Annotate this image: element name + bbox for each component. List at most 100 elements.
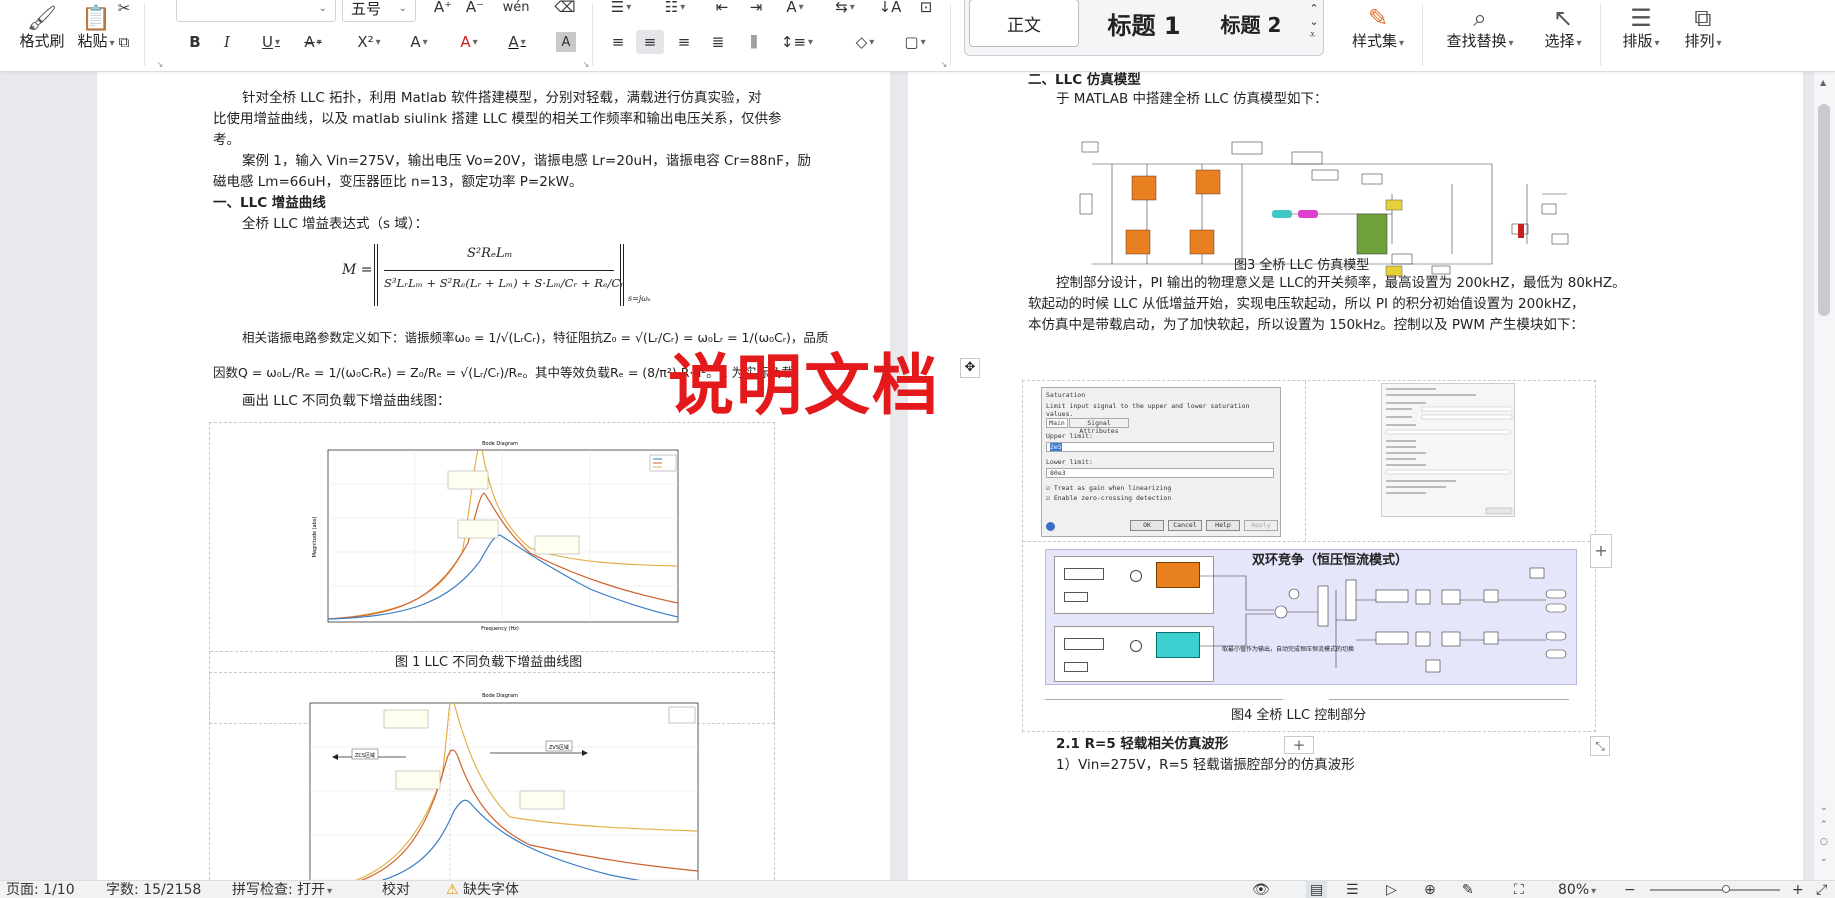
document-page-right[interactable]: 二、LLC 仿真模型 于 MATLAB 中搭建全桥 LLC 仿真模型如下： 图3… [908, 72, 1803, 880]
style-gallery-scroll[interactable]: ⌃ ⌄ ⩡ [1305, 0, 1323, 47]
heading-gain-curve: 一、LLC 增益曲线 [213, 195, 326, 211]
zoom-out-icon[interactable]: − [1624, 880, 1636, 898]
distributed-icon[interactable]: ⫼ [742, 30, 766, 54]
eye-icon[interactable]: 👁 [1252, 880, 1270, 898]
align-center-icon[interactable]: ≡ [636, 30, 664, 54]
scrollbar-thumb[interactable] [1818, 104, 1830, 316]
select-button[interactable]: ↖ 选择 ▾ [1534, 0, 1592, 51]
bullet-list-icon[interactable]: ☰ ▾ [606, 0, 636, 20]
vertical-scrollbar[interactable]: ▲ ⌄ ⌃ ○ ⌄ [1814, 72, 1835, 880]
font-color-button[interactable]: A ▾ [502, 30, 532, 54]
status-bar: 页面: 1/10 字数: 15/2158 拼写检查: 打开 ▾ 校对 ⚠ 缺失字体… [0, 880, 1835, 898]
numbered-list-icon[interactable]: ☷ ▾ [660, 0, 690, 20]
font-size-select[interactable]: 五号 ⌄ [342, 0, 416, 22]
layout-button[interactable]: ☰ 排版 ▾ [1612, 0, 1670, 51]
increase-indent-icon[interactable]: ⇥ [744, 0, 768, 20]
outline-view-icon[interactable]: ☰ [1346, 880, 1359, 898]
justify-icon[interactable]: ≣ [706, 30, 730, 54]
ok-button[interactable]: OK [1130, 520, 1164, 531]
web-view-icon[interactable]: ⊕ [1424, 880, 1436, 898]
arrange-button[interactable]: ⧉ 排列 ▾ [1674, 0, 1732, 51]
zoom-slider-thumb[interactable] [1722, 885, 1730, 893]
style-normal[interactable]: 正文 [969, 0, 1079, 47]
grow-font-icon[interactable]: A⁺ [430, 0, 456, 20]
text-direction-icon[interactable]: A ▾ [780, 0, 810, 20]
cut-icon[interactable]: ✂ [112, 0, 136, 20]
decrease-indent-icon[interactable]: ⇤ [710, 0, 734, 20]
missing-font-warning[interactable]: ⚠ 缺失字体 [446, 880, 519, 898]
shading-icon[interactable]: ◇ ▾ [848, 30, 882, 54]
table-move-handle-icon[interactable]: ✥ [960, 358, 980, 378]
clipboard-launcher-icon[interactable]: ↘ [154, 58, 166, 70]
figure-4-container[interactable]: Saturation Limit input signal to the upp… [1022, 380, 1596, 732]
eraser-icon[interactable]: ⌫ [552, 0, 578, 20]
formula-numerator: S²RₑLₘ [467, 246, 513, 261]
figure-2-container[interactable]: Bode Diagram ZCS区域 ZVS区域 [209, 672, 775, 894]
align-left-icon[interactable]: ≡ [606, 30, 630, 54]
help-icon[interactable] [1046, 522, 1055, 531]
highlight-color-button[interactable]: A ▾ [454, 30, 484, 54]
chk-linearize[interactable]: ☑ Treat as gain when linearizing [1046, 484, 1171, 492]
spell-check-toggle[interactable]: 拼写检查: 打开 ▾ [232, 880, 332, 898]
tab-signal-attributes[interactable]: Signal Attributes [1069, 418, 1129, 435]
chk-zero-crossing[interactable]: ☑ Enable zero-crossing detection [1046, 494, 1171, 502]
superscript-button[interactable]: X² ▾ [354, 30, 384, 54]
plot2-zvs-label: ZVS区域 [549, 744, 569, 751]
warning-icon: ⚠ [446, 882, 459, 898]
strikethrough-button[interactable]: A ▾ [298, 30, 328, 54]
copy-icon[interactable]: ⧉ [112, 30, 136, 54]
text-effect-button[interactable]: A ▾ [404, 30, 434, 54]
tab-main[interactable]: Main [1046, 418, 1068, 428]
bode-plot-2: Bode Diagram ZCS区域 ZVS区域 [309, 693, 699, 894]
lower-limit-input[interactable]: 80e3 [1046, 468, 1274, 478]
paragraph-launcher-icon[interactable]: ↘ [938, 58, 950, 70]
paragraph-case-line1: 案例 1，输入 Vin=275V，输出电压 Vo=20V，谐振电感 Lr=20u… [242, 153, 811, 169]
align-right-icon[interactable]: ≡ [672, 30, 696, 54]
shrink-font-icon[interactable]: A⁻ [462, 0, 488, 20]
find-replace-button[interactable]: ⌕ 查找替换 ▾ [1432, 0, 1528, 51]
line-direction-icon[interactable]: ⇆ ▾ [830, 0, 860, 20]
style-heading-1[interactable]: 标题 1 [1089, 0, 1199, 47]
proofread-button[interactable]: 校对 [382, 880, 410, 898]
character-shading-button[interactable]: A [556, 32, 576, 52]
page-indicator[interactable]: 页面: 1/10 [6, 880, 75, 898]
pen-icon[interactable]: ✎ [1462, 880, 1474, 898]
font-launcher-icon[interactable]: ↘ [580, 58, 592, 70]
heading-light-load: 2.1 R=5 轻载相关仿真波形 [1056, 736, 1229, 752]
paragraph-control-line1: 控制部分设计，PI 输出的物理意义是 LLC的开关频率，最高设置为 200kHZ… [1056, 275, 1626, 291]
font-name-select[interactable]: ⌄ [176, 0, 336, 22]
format-painter-button[interactable]: 🖌 格式刷 [14, 0, 70, 51]
page-view-icon[interactable]: ▤ [1306, 880, 1328, 898]
add-row-icon[interactable]: + [1284, 736, 1314, 754]
read-mode-icon[interactable]: ▷ [1386, 880, 1397, 898]
table-resize-icon[interactable]: ⤡ [1590, 736, 1610, 756]
fullscreen-icon[interactable]: ⤢ [1816, 880, 1827, 898]
borders-icon[interactable]: ▢ ▾ [898, 30, 932, 54]
add-column-icon[interactable]: + [1590, 534, 1612, 568]
zoom-level[interactable]: 80% ▾ [1558, 880, 1596, 898]
zoom-in-icon[interactable]: + [1792, 880, 1804, 898]
upper-limit-input[interactable]: 2e5 [1046, 442, 1274, 452]
phonetic-guide-icon[interactable]: wén [500, 0, 532, 20]
paste-label: 粘贴 [77, 32, 108, 50]
bold-button[interactable]: B [184, 30, 206, 54]
saturation-dialog: Saturation Limit input signal to the upp… [1041, 387, 1281, 537]
underline-button[interactable]: U ▾ [256, 30, 286, 54]
fit-window-icon[interactable]: ⛶ [1514, 880, 1524, 898]
italic-button[interactable]: I [216, 30, 238, 54]
plot1-xlabel: Frequency (Hz) [481, 626, 519, 632]
line-spacing-icon[interactable]: ↕≡ ▾ [780, 30, 814, 54]
word-count[interactable]: 字数: 15/2158 [106, 880, 201, 898]
cancel-button[interactable]: Cancel [1168, 520, 1202, 531]
style-set-button[interactable]: ✎ 样式集 ▾ [1340, 0, 1416, 51]
scroll-up-icon[interactable]: ▲ [1820, 78, 1826, 87]
zoom-slider[interactable] [1650, 889, 1780, 891]
help-button[interactable]: Help [1206, 520, 1240, 531]
apply-button[interactable]: Apply [1244, 520, 1278, 531]
sort-icon[interactable]: ↓A [878, 0, 902, 20]
document-page-left[interactable]: 针对全桥 LLC 拓扑，利用 Matlab 软件搭建模型，分别对轻载，满载进行仿… [97, 72, 890, 894]
style-heading-2[interactable]: 标题 2 [1199, 0, 1303, 47]
show-marks-icon[interactable]: ⊡ [914, 0, 938, 20]
scroll-page-controls[interactable]: ⌄ ⌃ ○ ⌄ [1820, 800, 1828, 868]
paragraph-draw-curves: 画出 LLC 不同负载下增益曲线图： [242, 393, 451, 409]
